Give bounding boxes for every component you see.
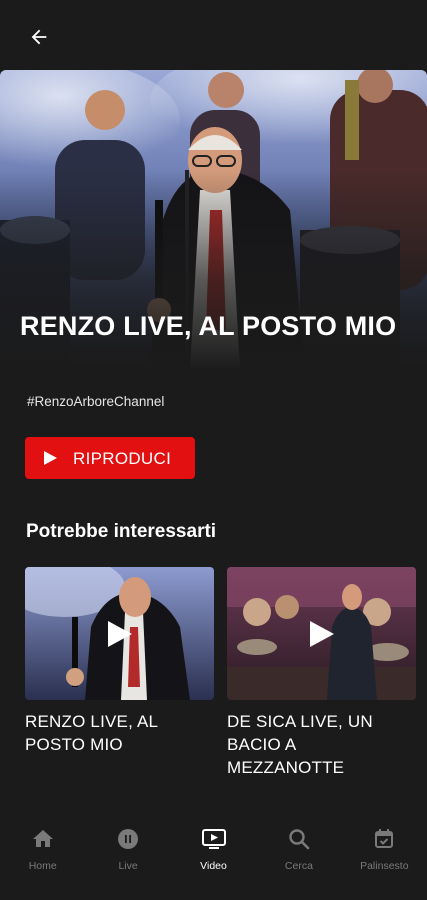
live-icon [115,826,141,852]
video-thumbnail [227,567,416,700]
nav-item-live[interactable]: Live [85,812,170,900]
play-overlay-icon [108,621,132,647]
nav-item-search[interactable]: Cerca [256,812,341,900]
calendar-icon [371,826,397,852]
card-title: RENZO LIVE, AL POSTO MIO [25,712,158,754]
nav-label: Cerca [284,860,313,872]
video-thumbnail [25,567,214,700]
top-bar [0,0,427,70]
back-button[interactable] [24,22,54,52]
video-icon [201,826,227,852]
channel-hashtag[interactable]: #RenzoArboreChannel [27,394,164,409]
arrow-left-icon [31,29,47,45]
related-video-card[interactable]: RENZO LIVE, AL POSTO MIO [25,567,214,756]
nav-item-video[interactable]: Video [171,812,256,900]
play-overlay-icon [310,621,334,647]
play-icon [44,451,57,465]
video-title: RENZO LIVE, AL POSTO MIO [20,311,397,341]
nav-item-home[interactable]: Home [0,812,85,900]
search-icon [286,826,312,852]
play-button-label: RIPRODUCI [73,449,172,468]
related-video-card[interactable]: DE SICA LIVE, UN BACIO A MEZZANOTTE [227,567,416,779]
card-title: DE SICA LIVE, UN BACIO A MEZZANOTTE [227,712,373,777]
home-icon [30,826,56,852]
nav-item-schedule[interactable]: Palinsesto [342,812,427,900]
nav-label: Live [118,860,138,872]
play-button[interactable]: RIPRODUCI [25,437,195,479]
section-heading: Potrebbe interessarti [26,521,217,542]
nav-label: Video [200,860,227,872]
bottom-navigation: Home Live Video Cerca Palinsesto [0,812,427,900]
nav-label: Home [28,860,57,872]
nav-label: Palinsesto [360,860,409,872]
